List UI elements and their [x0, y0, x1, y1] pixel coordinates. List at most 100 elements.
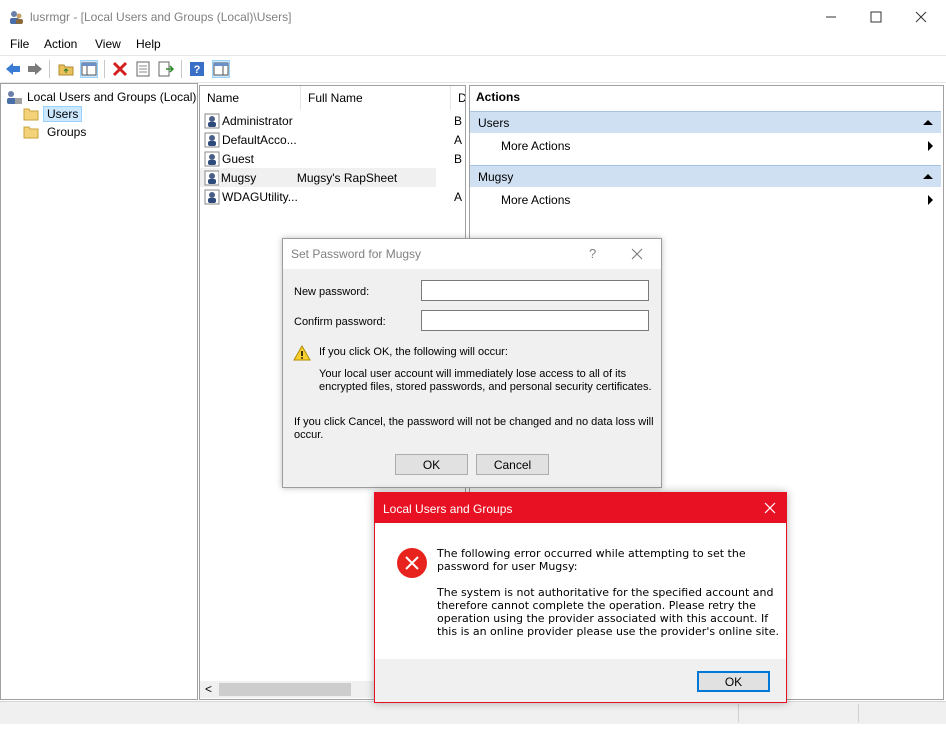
menu-bar: File Action View Help — [0, 34, 946, 54]
tree-root-label: Local Users and Groups (Local) — [27, 89, 197, 104]
export-list-button[interactable] — [157, 60, 175, 78]
user-full-name: Mugsy's RapSheet — [296, 170, 398, 185]
dialog-title-bar: Set Password for Mugsy ? — [283, 239, 661, 269]
forward-button[interactable] — [26, 60, 44, 78]
user-name: WDAGUtility... — [222, 189, 298, 204]
warning-line-1: Your local user account will immediately… — [319, 368, 627, 380]
console-tree: Local Users and Groups (Local) Users Gro… — [0, 83, 198, 700]
set-password-dialog: Set Password for Mugsy ? New password: C… — [282, 238, 662, 488]
scroll-left-arrow[interactable]: < — [205, 682, 212, 696]
close-button[interactable] — [898, 0, 944, 34]
warning-line-2: encrypted files, stored passwords, and p… — [319, 381, 652, 393]
properties-button[interactable] — [134, 60, 152, 78]
confirm-password-input[interactable] — [421, 310, 649, 331]
folder-icon — [23, 126, 39, 138]
help-button[interactable]: ? — [188, 60, 206, 78]
column-header-description[interactable]: D — [451, 86, 465, 110]
new-password-input[interactable] — [421, 280, 649, 301]
confirm-password-label: Confirm password: — [294, 316, 386, 328]
more-actions-label: More Actions — [501, 139, 571, 153]
user-name: DefaultAcco... — [222, 132, 297, 147]
menu-view[interactable]: View — [95, 37, 121, 51]
dialog-title: Set Password for Mugsy — [291, 247, 422, 261]
submenu-arrow-icon — [928, 195, 933, 205]
users-app-icon — [10, 11, 23, 24]
show-hide-action-pane-button[interactable] — [212, 60, 230, 78]
tree-item-users-label: Users — [43, 105, 83, 122]
scrollbar-thumb[interactable] — [219, 683, 351, 696]
show-hide-tree-button[interactable] — [80, 60, 98, 78]
export-list-icon — [158, 61, 174, 77]
user-name: Mugsy — [220, 170, 257, 185]
back-button[interactable] — [4, 60, 22, 78]
collapse-icon — [923, 174, 933, 179]
tree-root[interactable]: Local Users and Groups (Local) — [5, 88, 196, 105]
actions-section-users[interactable]: Users — [470, 111, 941, 133]
user-icon — [204, 170, 219, 185]
close-icon[interactable] — [764, 502, 776, 514]
error-line-2: password for user Mugsy: — [437, 560, 578, 573]
user-description: B — [454, 151, 463, 166]
error-line-5: operation using the provider associated … — [437, 612, 769, 625]
more-actions-mugsy[interactable]: More Actions — [501, 190, 941, 210]
delete-button[interactable] — [111, 60, 129, 78]
user-icon — [204, 113, 220, 128]
dialog-help-button[interactable]: ? — [589, 246, 596, 261]
folder-icon — [23, 108, 39, 120]
actions-section-mugsy[interactable]: Mugsy — [470, 165, 941, 187]
close-icon — [915, 11, 927, 23]
users-groups-icon — [7, 90, 22, 104]
menu-file[interactable]: File — [10, 37, 29, 51]
minimize-icon — [826, 16, 836, 18]
toolbar: ? — [0, 55, 946, 83]
forward-arrow-icon — [28, 63, 42, 75]
new-password-label: New password: — [294, 286, 370, 298]
user-name: Administrator — [222, 113, 293, 128]
user-description: B — [454, 113, 463, 128]
action-pane-icon — [213, 62, 229, 76]
folder-up-icon — [58, 64, 74, 76]
tree-item-users[interactable]: Users — [23, 105, 83, 122]
status-bar — [0, 701, 946, 724]
error-dialog-footer: OK — [375, 659, 786, 702]
menu-help[interactable]: Help — [136, 37, 161, 51]
menu-action[interactable]: Action — [44, 37, 77, 51]
table-row[interactable]: Administrator B — [200, 111, 465, 130]
cancel-button[interactable]: Cancel — [476, 454, 549, 475]
column-header-name[interactable]: Name — [200, 86, 301, 110]
warning-heading: If you click OK, the following will occu… — [319, 346, 508, 358]
user-name: Guest — [222, 151, 255, 166]
table-row-selected[interactable]: Mugsy Mugsy's RapSheet — [200, 168, 436, 187]
cancel-note-line-2: occur. — [294, 429, 324, 441]
submenu-arrow-icon — [928, 141, 933, 151]
console-tree-icon — [81, 62, 97, 76]
table-row[interactable]: WDAGUtility... A — [200, 187, 465, 206]
close-icon[interactable] — [631, 248, 643, 260]
svg-text:?: ? — [194, 64, 201, 76]
user-icon — [204, 189, 220, 204]
help-icon: ? — [190, 62, 204, 76]
actions-section-label: Mugsy — [478, 169, 514, 184]
more-actions-users[interactable]: More Actions — [501, 136, 941, 156]
error-line-4: therefore cannot complete the operation.… — [437, 599, 756, 612]
maximize-button[interactable] — [853, 0, 899, 34]
actions-title: Actions — [476, 90, 521, 104]
maximize-icon — [870, 11, 882, 23]
user-icon — [204, 151, 220, 166]
error-title-bar: Local Users and Groups — [375, 493, 786, 523]
table-row[interactable]: Guest B — [200, 149, 465, 168]
error-ok-button[interactable]: OK — [697, 671, 770, 692]
error-line-1: The following error occurred while attem… — [437, 547, 746, 560]
table-row[interactable]: DefaultAcco... A — [200, 130, 465, 149]
error-dialog: Local Users and Groups The following err… — [374, 492, 787, 703]
minimize-button[interactable] — [808, 0, 854, 34]
ok-button[interactable]: OK — [395, 454, 468, 475]
collapse-icon — [923, 120, 933, 125]
up-folder-button[interactable] — [57, 60, 75, 78]
tree-item-groups-label: Groups — [47, 124, 87, 139]
tree-item-groups[interactable]: Groups — [23, 123, 90, 140]
cancel-note-line-1: If you click Cancel, the password will n… — [294, 416, 654, 428]
column-header-full-name[interactable]: Full Name — [301, 86, 451, 110]
properties-icon — [136, 61, 150, 77]
more-actions-label: More Actions — [501, 193, 571, 207]
